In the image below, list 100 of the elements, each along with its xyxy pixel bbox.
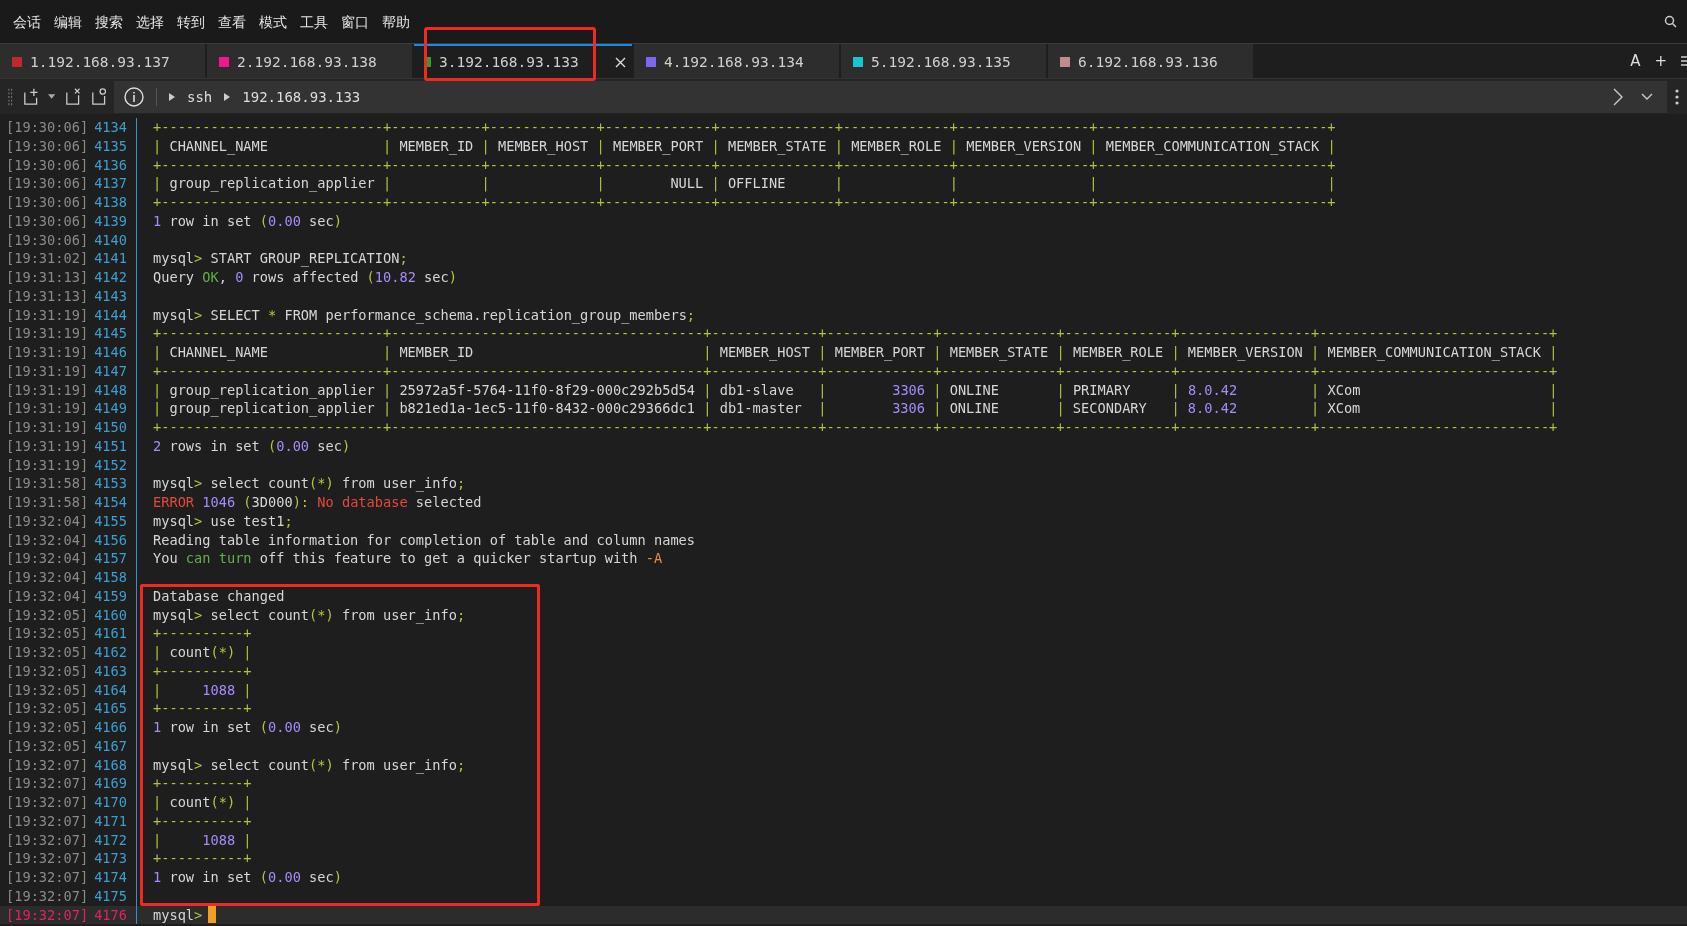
timestamp: [19:32:07] bbox=[6, 811, 89, 831]
triangle-icon bbox=[224, 92, 231, 101]
line-number: 4153 bbox=[94, 474, 127, 493]
close-icon[interactable] bbox=[615, 56, 626, 68]
tab-bar-button[interactable]: + bbox=[1654, 52, 1667, 70]
menu-item[interactable]: 选择 bbox=[136, 11, 164, 32]
chevron-down-icon[interactable] bbox=[1641, 93, 1653, 100]
text-cursor bbox=[208, 905, 217, 923]
timestamp: [19:32:04] bbox=[6, 568, 89, 587]
timestamp: [19:30:06] bbox=[6, 211, 89, 231]
menu-item[interactable]: 转到 bbox=[177, 11, 205, 32]
terminal-line: +----------+ bbox=[153, 811, 252, 831]
tab[interactable]: 5.192.168.93.135 bbox=[841, 44, 1046, 78]
line-number: 4169 bbox=[94, 774, 127, 793]
timestamp: [19:31:19] bbox=[6, 324, 89, 343]
triangle-icon bbox=[169, 92, 175, 101]
timestamp: [19:31:58] bbox=[6, 493, 89, 512]
close-tab-icon[interactable] bbox=[65, 87, 81, 106]
menu-item[interactable]: 帮助 bbox=[382, 11, 410, 32]
line-number: 4149 bbox=[94, 399, 127, 418]
tab[interactable]: 6.192.168.93.136 bbox=[1048, 44, 1253, 78]
line-number: 4144 bbox=[94, 305, 127, 325]
timestamp: [19:32:07] bbox=[6, 830, 89, 850]
tab-bar-button[interactable]: A bbox=[1630, 52, 1641, 70]
terminal-line: | group_replication_applier | 25972a5f-5764-11f0-8f29-000c292b5d54 | db1-slave | 3306 | ONLINE | PRIMARY | 8.0.42 | XCom | bbox=[153, 380, 1558, 400]
timestamp: [19:32:07] bbox=[6, 755, 89, 775]
line-number: 4164 bbox=[94, 680, 127, 700]
timestamp: [19:31:58] bbox=[6, 474, 89, 493]
info-icon[interactable] bbox=[124, 86, 144, 107]
terminal-line: +---------------------------+-----------+-------------+-------------+--------------+-------------+----------------+----------------------------+ bbox=[153, 155, 1336, 175]
duplicate-tab-icon[interactable] bbox=[90, 87, 106, 106]
tab[interactable]: 4.192.168.93.134 bbox=[634, 44, 839, 78]
terminal-line: +----------+ bbox=[153, 774, 252, 793]
timestamp: [19:31:13] bbox=[6, 268, 89, 287]
menu-item[interactable]: 查看 bbox=[218, 11, 246, 32]
line-number: 4141 bbox=[94, 249, 127, 268]
line-number: 4161 bbox=[94, 624, 127, 643]
terminal-line: +----------+ bbox=[153, 661, 252, 681]
timestamp: [19:32:04] bbox=[6, 530, 89, 550]
terminal-line: | CHANNEL_NAME | MEMBER_ID | MEMBER_HOST | MEMBER_PORT | MEMBER_STATE | MEMBER_ROLE | MEMBER_VERSION | MEMBER_COMMUNICATION_STACK | bbox=[153, 343, 1558, 362]
terminal-line: You can turn off this feature to get a quicker startup with -A bbox=[153, 549, 663, 568]
timestamp: [19:31:19] bbox=[6, 380, 89, 400]
breadcrumb-item[interactable]: 192.168.93.133 bbox=[242, 88, 361, 105]
chevron-right-icon[interactable] bbox=[1613, 87, 1623, 106]
terminal-line: mysql> select count(*) from user_info; bbox=[153, 605, 466, 625]
terminal-line: 1 row in set (0.00 sec) bbox=[153, 868, 342, 887]
search-icon[interactable] bbox=[1664, 15, 1677, 28]
menu-icon[interactable] bbox=[1681, 55, 1687, 67]
line-number: 4167 bbox=[94, 736, 127, 756]
line-number: 4157 bbox=[94, 549, 127, 568]
timestamp: [19:32:05] bbox=[6, 661, 89, 681]
line-number: 4152 bbox=[94, 455, 127, 475]
line-number: 4154 bbox=[94, 493, 127, 512]
line-number: 4135 bbox=[94, 136, 127, 156]
line-number: 4143 bbox=[94, 286, 127, 306]
line-number: 4171 bbox=[94, 811, 127, 831]
timestamp: [19:32:07] bbox=[6, 868, 89, 887]
terminal-line: 1 row in set (0.00 sec) bbox=[153, 718, 342, 737]
timestamp: [19:31:19] bbox=[6, 418, 89, 437]
timestamp: [19:32:07] bbox=[6, 774, 89, 793]
timestamp: [19:32:04] bbox=[6, 511, 89, 531]
line-number: 4173 bbox=[94, 849, 127, 868]
line-number: 4159 bbox=[94, 586, 127, 606]
line-number: 4168 bbox=[94, 755, 127, 775]
terminal-line: Query OK, 0 rows affected (10.82 sec) bbox=[153, 268, 457, 287]
terminal-line: +----------+ bbox=[153, 699, 252, 718]
menu-item[interactable]: 编辑 bbox=[54, 11, 82, 32]
menu-item[interactable]: 工具 bbox=[300, 11, 328, 32]
timestamp: [19:31:19] bbox=[6, 343, 89, 362]
new-tab-icon[interactable] bbox=[22, 87, 38, 106]
terminal-line: Database changed bbox=[153, 586, 285, 606]
timestamp: [19:32:07] bbox=[6, 886, 89, 906]
timestamp: [19:31:02] bbox=[6, 249, 89, 268]
terminal-line: Reading table information for completion of table and column names bbox=[153, 530, 695, 550]
tab[interactable]: 2.192.168.93.138 bbox=[207, 44, 412, 78]
timestamp: [19:30:06] bbox=[6, 155, 89, 175]
menu-item[interactable]: 窗口 bbox=[341, 11, 369, 32]
timestamp: [19:32:05] bbox=[6, 699, 89, 718]
terminal-line: +---------------------------+-----------+-------------+-------------+--------------+-------------+----------------+----------------------------+ bbox=[153, 193, 1336, 212]
caret-icon[interactable] bbox=[47, 94, 56, 99]
tab[interactable]: 1.192.168.93.137 bbox=[0, 44, 205, 78]
timestamp: [19:30:06] bbox=[6, 230, 89, 250]
terminal-line: +----------+ bbox=[153, 849, 252, 868]
terminal-line: | group_replication_applier | b821ed1a-1ec5-11f0-8432-000c29366dc1 | db1-master | 3306 | ONLINE | SECONDARY | 8.0.42 | XCom | bbox=[153, 399, 1558, 418]
line-number: 4136 bbox=[94, 155, 127, 175]
terminal-line: mysql> SELECT * FROM performance_schema.replication_group_members; bbox=[153, 305, 696, 325]
menu-item[interactable]: 模式 bbox=[259, 11, 287, 32]
timestamp: [19:32:04] bbox=[6, 549, 89, 568]
timestamp: [19:32:05] bbox=[6, 718, 89, 737]
line-number: 4155 bbox=[94, 511, 127, 531]
terminal-line: mysql> select count(*) from user_info; bbox=[153, 755, 466, 775]
breadcrumb-item[interactable]: ssh bbox=[187, 88, 213, 105]
line-number: 4134 bbox=[94, 118, 127, 137]
line-number: 4165 bbox=[94, 699, 127, 718]
menu-item[interactable]: 会话 bbox=[13, 11, 41, 32]
terminal-line: | count(*) | bbox=[153, 643, 252, 662]
menu-item[interactable]: 搜索 bbox=[95, 11, 123, 32]
line-number: 4163 bbox=[94, 661, 127, 681]
line-number: 4150 bbox=[94, 418, 127, 437]
line-number: 4166 bbox=[94, 718, 127, 737]
